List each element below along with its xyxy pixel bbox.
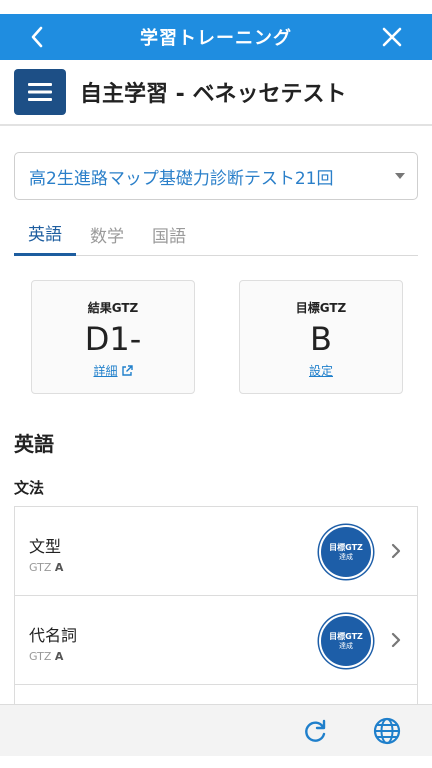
test-select[interactable]: 高2生進路マップ基礎力診断テスト21回	[14, 152, 418, 200]
result-gtz-label: 結果GTZ	[87, 301, 139, 315]
close-button[interactable]	[372, 14, 402, 60]
tab-japanese[interactable]: 国語	[138, 212, 200, 256]
chevron-left-icon	[31, 26, 43, 48]
achieved-badge: 目標GTZ 達成	[319, 614, 373, 668]
list-item[interactable]: 文型 GTZ A 目標GTZ 達成	[15, 507, 417, 596]
settings-link-text: 設定	[308, 364, 333, 378]
app-title-bar: 学習トレーニング	[0, 14, 432, 60]
app-title: 学習トレーニング	[140, 28, 292, 49]
page-title: 自主学習 - ベネッセテスト	[80, 82, 347, 107]
target-gtz-label: 目標GTZ	[295, 301, 347, 315]
chevron-right-icon	[391, 543, 401, 559]
bottom-toolbar	[0, 704, 432, 756]
close-icon	[382, 27, 402, 47]
tab-english[interactable]: 英語	[14, 212, 76, 256]
refresh-icon[interactable]	[302, 717, 330, 745]
detail-link[interactable]: 詳細	[93, 362, 133, 379]
topic-name: 文型	[29, 537, 62, 556]
target-gtz-card: 目標GTZ B 設定	[239, 280, 403, 394]
external-link-icon	[121, 364, 133, 376]
result-gtz-value: D1-	[84, 320, 142, 358]
topic-gtz: GTZ A	[29, 650, 64, 663]
caret-down-icon	[395, 173, 405, 179]
topic-name: 代名詞	[29, 626, 78, 645]
result-gtz-card: 結果GTZ D1- 詳細	[31, 280, 195, 394]
section-title: 英語	[14, 432, 54, 456]
tab-math[interactable]: 数学	[76, 212, 138, 256]
hamburger-icon	[28, 83, 52, 101]
globe-icon[interactable]	[372, 716, 402, 746]
achieved-badge: 目標GTZ 達成	[319, 525, 373, 579]
section-subtitle: 文法	[14, 479, 45, 497]
page-header: 自主学習 - ベネッセテスト	[0, 60, 432, 126]
subject-tabs: 英語 数学 国語	[14, 212, 418, 256]
chevron-right-icon	[391, 632, 401, 648]
topic-gtz: GTZ A	[29, 561, 64, 574]
list-item[interactable]: 代名詞 GTZ A 目標GTZ 達成	[15, 596, 417, 685]
menu-button[interactable]	[14, 69, 66, 115]
detail-link-text: 詳細	[93, 364, 118, 378]
settings-link[interactable]: 設定	[309, 362, 333, 379]
back-button[interactable]	[30, 14, 60, 60]
topic-list: 文型 GTZ A 目標GTZ 達成 代名詞 GTZ A 目標GTZ 達成	[14, 506, 418, 715]
target-gtz-value: B	[310, 320, 332, 358]
test-select-value: 高2生進路マップ基礎力診断テスト21回	[29, 168, 334, 189]
